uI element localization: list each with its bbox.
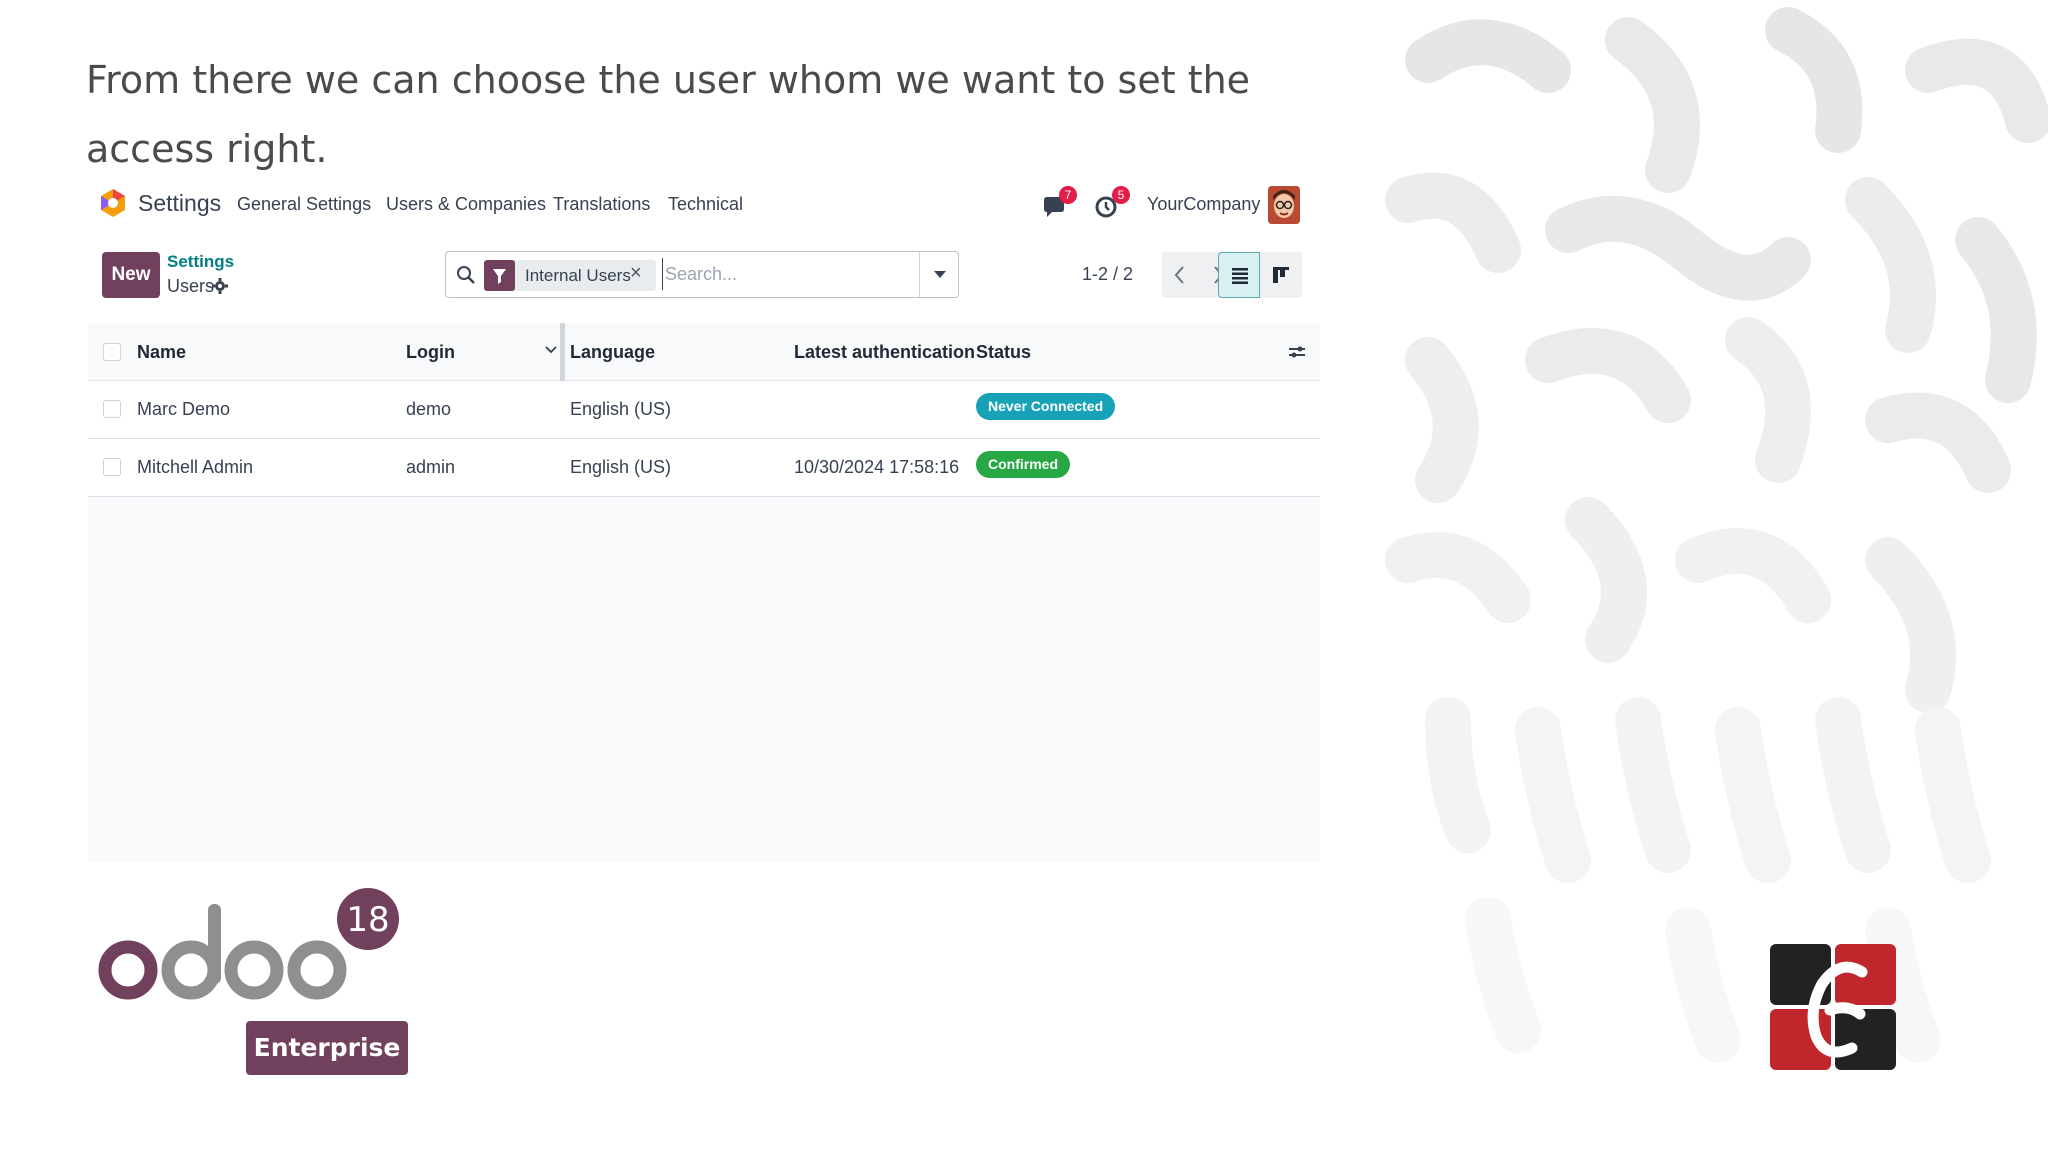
top-navbar: Settings General Settings Users & Compan… — [88, 182, 1320, 230]
row-checkbox[interactable] — [103, 400, 121, 418]
activities-clock-icon[interactable]: 5 — [1094, 186, 1130, 220]
sort-chevron-icon[interactable] — [544, 345, 558, 355]
table-row[interactable]: Mitchell Admin admin English (US) 10/30/… — [88, 439, 1320, 497]
cell-login: demo — [406, 399, 452, 419]
header-login[interactable]: Login — [406, 342, 455, 363]
table-header: Name Login Language Latest authenticatio… — [88, 323, 1320, 381]
menu-general-settings[interactable]: General Settings — [237, 194, 371, 215]
column-resize-handle[interactable] — [560, 323, 565, 381]
filter-facet: Internal Users × — [484, 260, 656, 291]
cell-login: admin — [406, 457, 456, 477]
messages-badge: 7 — [1059, 186, 1077, 204]
search-icon[interactable] — [456, 265, 476, 285]
new-button[interactable]: New — [102, 252, 160, 298]
pager-previous[interactable] — [1162, 252, 1199, 298]
cell-name: Mitchell Admin — [137, 457, 254, 477]
users-list: Name Login Language Latest authenticatio… — [88, 323, 1320, 862]
menu-translations[interactable]: Translations — [553, 194, 650, 215]
cell-language: English (US) — [570, 457, 672, 477]
kanban-view-button[interactable] — [1260, 252, 1302, 298]
status-badge: Never Connected — [976, 393, 1116, 420]
search-options-toggle[interactable] — [919, 252, 959, 297]
header-status[interactable]: Status — [976, 342, 1031, 363]
slide-caption: From there we can choose the user whom w… — [86, 58, 1251, 171]
cell-latest-auth: 10/30/2024 17:58:16 — [794, 457, 960, 477]
user-avatar[interactable] — [1268, 186, 1300, 224]
header-name[interactable]: Name — [137, 342, 186, 363]
filter-icon — [484, 260, 515, 291]
search-input[interactable] — [662, 258, 922, 290]
facet-label: Internal Users — [525, 266, 631, 285]
decorative-pattern — [1368, 0, 2048, 1080]
gear-icon[interactable] — [212, 278, 228, 294]
menu-technical[interactable]: Technical — [668, 194, 743, 215]
activities-badge: 5 — [1112, 186, 1130, 204]
table-row[interactable]: Marc Demo demo English (US) Never Connec… — [88, 381, 1320, 439]
settings-app-icon[interactable] — [100, 188, 126, 218]
version-badge: 18 — [346, 900, 389, 940]
row-checkbox[interactable] — [103, 458, 121, 476]
company-switcher[interactable]: YourCompany — [1147, 194, 1260, 215]
pager-value[interactable]: 1-2 / 2 — [1082, 264, 1133, 285]
cell-language: English (US) — [570, 399, 672, 419]
header-language[interactable]: Language — [570, 342, 655, 363]
search-bar: Internal Users × — [445, 251, 959, 298]
list-view-button[interactable] — [1218, 252, 1260, 298]
breadcrumb-settings[interactable]: Settings — [167, 252, 234, 272]
menu-users-companies[interactable]: Users & Companies — [386, 194, 546, 215]
header-latest-auth[interactable]: Latest authentication — [794, 342, 975, 363]
app-title[interactable]: Settings — [138, 190, 221, 217]
caret-down-icon — [934, 271, 946, 278]
facet-remove-icon[interactable]: × — [630, 262, 642, 285]
optional-columns-icon[interactable] — [1288, 343, 1306, 361]
company-logo — [1770, 944, 1896, 1070]
select-all-checkbox[interactable] — [103, 343, 121, 361]
breadcrumb-users: Users — [167, 276, 215, 296]
odoo-screen: Settings General Settings Users & Compan… — [88, 182, 1320, 862]
status-badge: Confirmed — [976, 451, 1070, 478]
enterprise-badge: Enterprise — [246, 1021, 408, 1075]
messages-icon[interactable]: 7 — [1041, 186, 1077, 220]
cell-name: Marc Demo — [137, 399, 231, 419]
